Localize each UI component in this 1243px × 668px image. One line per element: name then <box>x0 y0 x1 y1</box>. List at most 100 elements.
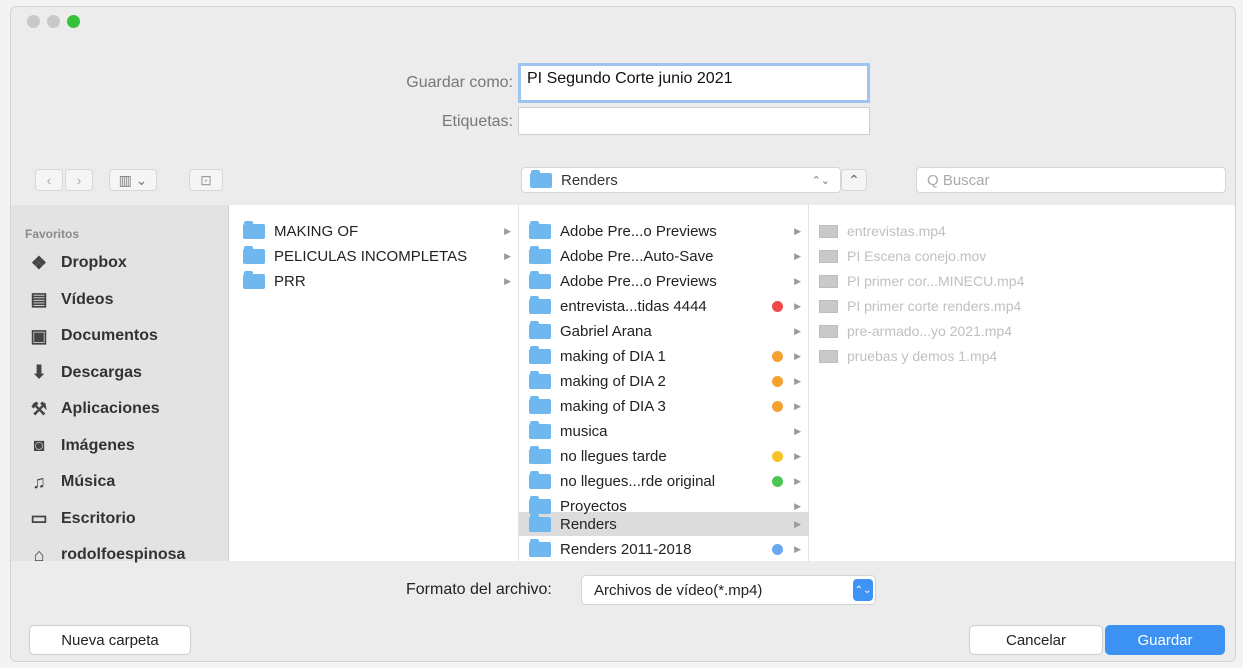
file-label: entrevistas.mp4 <box>847 223 946 239</box>
folder-icon <box>529 295 551 314</box>
sidebar-item-downloads[interactable]: ⬇ Descargas <box>11 355 228 392</box>
tag-dot-blue <box>772 543 783 555</box>
sidebar-item-label: Descargas <box>61 363 142 381</box>
list-item[interactable]: Adobe Pre...o Previews ▶ <box>529 269 809 293</box>
location-stepper-icon: ⌃⌄ <box>811 174 830 187</box>
folder-label: Renders <box>560 515 617 533</box>
search-field[interactable]: Q Buscar <box>916 167 1226 193</box>
sidebar-item-desktop[interactable]: ▭ Escritorio <box>11 501 228 538</box>
list-item: PI Escena conejo.mov <box>819 244 1219 268</box>
documents-icon: ▣ <box>30 325 48 346</box>
tags-label: Etiquetas: <box>441 113 513 130</box>
sidebar-item-images[interactable]: ◙ Imágenes <box>11 428 228 465</box>
home-icon: ⌂ <box>33 544 45 565</box>
dropbox-icon: ❖ <box>30 252 48 273</box>
sidebar-item-applications[interactable]: ⚒ Aplicaciones <box>11 391 228 428</box>
chevron-up-icon: ⌃ <box>848 171 860 188</box>
file-format-select[interactable]: Archivos de vídeo(*.mp4) ⌃⌄ <box>581 575 876 605</box>
file-label: PI Escena conejo.mov <box>847 248 987 264</box>
video-file-icon <box>819 224 838 238</box>
zoom-window-button[interactable] <box>67 15 80 28</box>
list-item[interactable]: no llegues...rde original ▶ <box>529 469 809 493</box>
tag-dot-orange <box>772 350 783 362</box>
close-window-button[interactable] <box>27 15 40 28</box>
download-icon: ⬇ <box>31 362 47 383</box>
disclosure-arrow-icon: ▶ <box>794 300 801 311</box>
sidebar-item-dropbox[interactable]: ❖ Dropbox <box>11 245 228 282</box>
location-popup[interactable]: Renders ⌃⌄ <box>521 167 841 193</box>
back-button[interactable]: ‹ <box>35 169 63 191</box>
list-item[interactable]: MAKING OF ▶ <box>243 219 513 243</box>
list-item[interactable]: musica ▶ <box>529 419 809 443</box>
disclosure-arrow-icon: ▶ <box>794 425 801 436</box>
camera-icon: ◙ <box>33 435 45 456</box>
new-folder-icon: ⊡ <box>200 171 212 188</box>
save-as-label: Guardar como: <box>406 74 513 91</box>
video-file-icon <box>819 349 838 363</box>
folder-label: no llegues tarde <box>560 447 667 465</box>
forward-icon: › <box>76 172 82 188</box>
list-item[interactable]: making of DIA 1 ▶ <box>529 344 809 368</box>
cancel-button[interactable]: Cancelar <box>969 625 1103 655</box>
location-label: Renders <box>561 171 618 189</box>
list-item[interactable]: Adobe Pre...o Previews ▶ <box>529 219 809 243</box>
list-item[interactable]: no llegues tarde ▶ <box>529 444 809 468</box>
folder-icon <box>529 395 551 414</box>
disclosure-arrow-icon: ▶ <box>504 275 511 286</box>
sidebar-item-label: Música <box>61 473 116 491</box>
disclosure-arrow-icon: ▶ <box>504 250 511 261</box>
folder-label: Gabriel Arana <box>560 322 652 340</box>
view-options-button[interactable]: ▥ ⌄ <box>109 169 157 191</box>
sidebar-item-home[interactable]: ⌂ rodolfoespinosa <box>11 537 228 574</box>
columns-view-icon: ▥ ⌄ <box>118 171 148 188</box>
new-folder-toolbar-button[interactable]: ⊡ <box>189 169 223 191</box>
list-item[interactable]: Adobe Pre...Auto-Save ▶ <box>529 244 809 268</box>
save-dialog: Guardar como: PI Segundo Corte junio 202… <box>10 6 1236 662</box>
folder-icon <box>529 445 551 464</box>
save-as-field[interactable]: PI Segundo Corte junio 2021 <box>518 63 870 103</box>
list-item[interactable]: making of DIA 3 ▶ <box>529 394 809 418</box>
folder-label: no llegues...rde original <box>560 472 716 490</box>
list-item[interactable]: entrevista...tidas 4444 ▶ <box>529 294 809 318</box>
folder-icon <box>529 538 551 557</box>
minimize-window-button[interactable] <box>47 15 60 28</box>
sidebar-item-videos[interactable]: ▤ Vídeos <box>11 282 228 319</box>
sidebar-item-documents[interactable]: ▣ Documentos <box>11 318 228 355</box>
list-item[interactable]: Renders ▶ <box>529 512 809 536</box>
file-format-value: Archivos de vídeo(*.mp4) <box>594 581 763 599</box>
list-item[interactable]: PRR ▶ <box>243 269 513 293</box>
sidebar-item-label: Escritorio <box>61 509 136 527</box>
folder-label: PELICULAS INCOMPLETAS <box>274 247 468 265</box>
save-button[interactable]: Guardar <box>1105 625 1225 655</box>
disclosure-arrow-icon: ▶ <box>794 250 801 261</box>
file-label: pruebas y demos 1.mp4 <box>847 348 998 364</box>
list-item[interactable]: making of DIA 2 ▶ <box>529 369 809 393</box>
folder-icon <box>529 220 551 239</box>
list-item[interactable]: Renders 2011-2018 ▶ <box>529 537 809 561</box>
folder-icon <box>529 513 551 532</box>
disclosure-arrow-icon: ▶ <box>794 375 801 386</box>
forward-button[interactable]: › <box>65 169 93 191</box>
folder-label: Renders 2011-2018 <box>560 540 692 558</box>
sidebar-item-label: Vídeos <box>61 290 114 308</box>
folder-icon <box>530 169 552 188</box>
folder-icon <box>529 320 551 339</box>
disclosure-arrow-icon: ▶ <box>794 275 801 286</box>
disclosure-arrow-icon: ▶ <box>794 450 801 461</box>
new-folder-button[interactable]: Nueva carpeta <box>29 625 191 655</box>
music-icon: ♫ <box>32 471 46 492</box>
list-item[interactable]: PELICULAS INCOMPLETAS ▶ <box>243 244 513 268</box>
list-item[interactable]: Gabriel Arana ▶ <box>529 319 809 343</box>
sidebar-item-music[interactable]: ♫ Música <box>11 464 228 501</box>
tags-field[interactable] <box>518 107 870 135</box>
list-item: pruebas y demos 1.mp4 <box>819 344 1219 368</box>
expand-collapse-button[interactable]: ⌃ <box>841 169 867 191</box>
disclosure-arrow-icon: ▶ <box>504 225 511 236</box>
folder-icon <box>243 270 265 289</box>
disclosure-arrow-icon: ▶ <box>794 350 801 361</box>
tag-dot-yellow <box>772 450 783 462</box>
video-file-icon <box>819 324 838 338</box>
sidebar-item-label: Aplicaciones <box>61 400 160 418</box>
applications-icon: ⚒ <box>30 398 48 419</box>
window-controls <box>27 15 80 28</box>
